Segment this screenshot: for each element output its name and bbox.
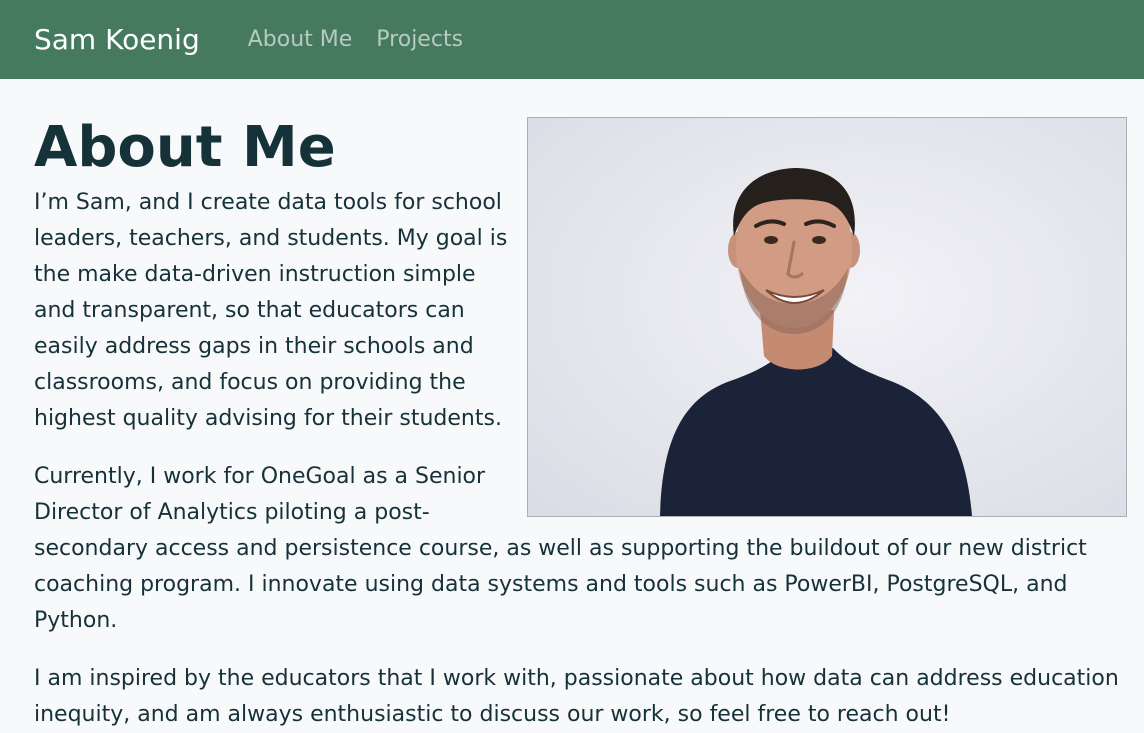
main-content: About Me I’m Sam, and I create data tool… <box>0 79 1144 733</box>
top-navbar: Sam Koenig About Me Projects <box>0 0 1144 79</box>
nav-link-projects[interactable]: Projects <box>376 27 463 52</box>
person-portrait-illustration <box>528 118 1126 516</box>
brand-link[interactable]: Sam Koenig <box>34 23 200 56</box>
profile-photo <box>527 117 1127 517</box>
inspiration-paragraph: I am inspired by the educators that I wo… <box>34 665 1119 727</box>
nav-link-about-me[interactable]: About Me <box>248 27 353 52</box>
nav-links: About Me Projects <box>248 27 463 52</box>
